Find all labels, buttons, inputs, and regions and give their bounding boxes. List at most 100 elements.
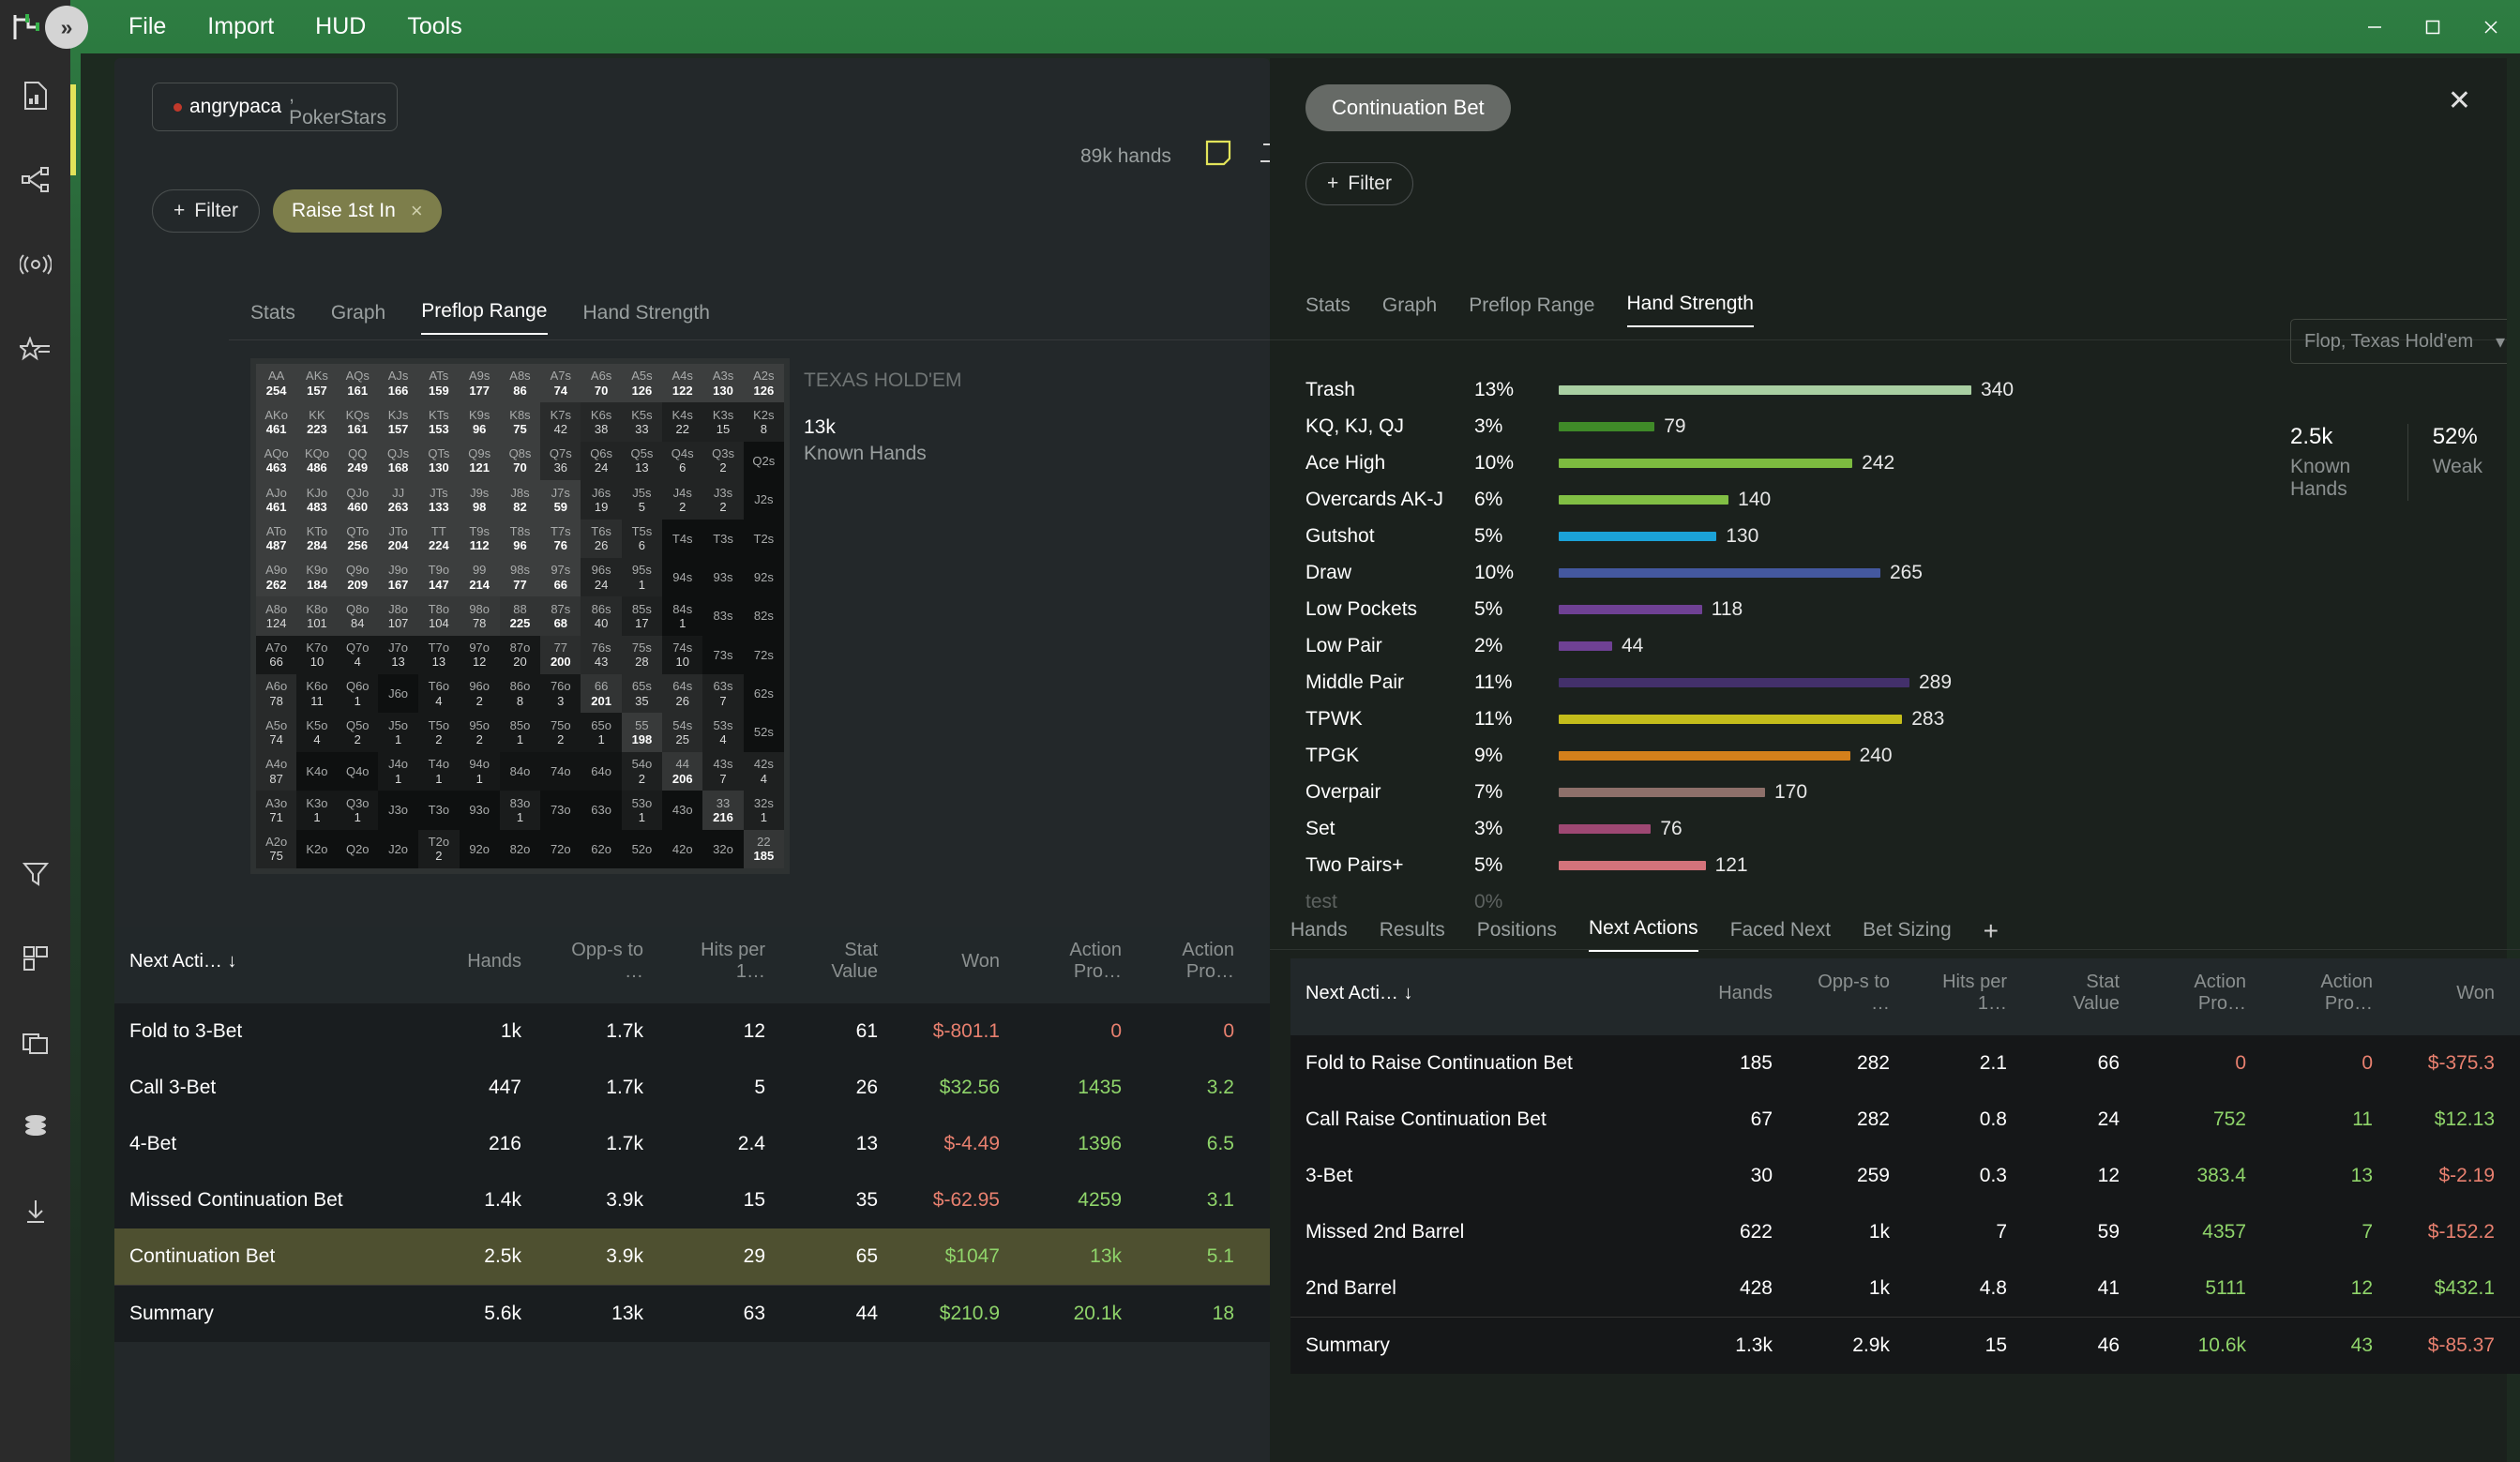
range-cell[interactable]: 55 198	[621, 713, 663, 752]
range-cell[interactable]: JJ 263	[377, 480, 419, 520]
range-cell[interactable]: 74o	[540, 751, 581, 791]
range-cell[interactable]: 96o 2	[459, 674, 500, 714]
hand-strength-row[interactable]: TPWK 11% 283	[1305, 701, 2150, 737]
range-cell[interactable]: 94s	[662, 557, 703, 597]
column-header[interactable]: Stat Value	[780, 927, 893, 1003]
broadcast-icon[interactable]	[0, 222, 70, 307]
range-cell[interactable]: 99 214	[459, 557, 500, 597]
range-cell[interactable]: K8s 75	[499, 402, 541, 442]
range-cell[interactable]: 62s	[743, 674, 784, 714]
range-cell[interactable]: T8o 104	[418, 596, 460, 636]
maximize-icon[interactable]	[2404, 0, 2462, 53]
minimize-icon[interactable]	[2346, 0, 2404, 53]
hand-strength-row[interactable]: Overpair 7% 170	[1305, 774, 2150, 810]
table-row[interactable]: Call Raise Continuation Bet 67 282 0.8 24 752…	[1290, 1092, 2520, 1148]
range-cell[interactable]: K2o	[296, 829, 338, 868]
range-cell[interactable]: AQo 463	[256, 441, 297, 481]
range-cell[interactable]: T9o 147	[418, 557, 460, 597]
range-cell[interactable]: 32s 1	[743, 791, 784, 830]
table-row[interactable]: 3-Bet 30 259 0.3 12 383.4 13 $-2.19 $-4	[1290, 1148, 2520, 1204]
range-cell[interactable]: 92o	[459, 829, 500, 868]
hand-strength-row[interactable]: TPGK 9% 240	[1305, 737, 2150, 774]
range-cell[interactable]: AJs 166	[377, 364, 419, 403]
range-cell[interactable]: 76s 43	[581, 635, 622, 675]
range-cell[interactable]: 65o 1	[581, 713, 622, 752]
range-cell[interactable]: Q2o	[337, 829, 378, 868]
column-header[interactable]: Action Pro…	[1137, 927, 1249, 1003]
range-cell[interactable]: 44 206	[662, 751, 703, 791]
range-cell[interactable]: Q7s 36	[540, 441, 581, 481]
range-cell[interactable]: J7o 13	[377, 635, 419, 675]
hand-strength-row[interactable]: Draw 10% 265	[1305, 554, 2150, 591]
range-cell[interactable]: K9s 96	[459, 402, 500, 442]
range-cell[interactable]: J2o	[377, 829, 419, 868]
range-cell[interactable]: J2s	[743, 480, 784, 520]
download-icon[interactable]	[0, 1169, 70, 1254]
street-select[interactable]: Flop, Texas Hold'em ▾	[2290, 319, 2507, 364]
range-cell[interactable]: T7o 13	[418, 635, 460, 675]
column-header[interactable]: Won	[2388, 958, 2510, 1035]
range-cell[interactable]: T3o	[418, 791, 460, 830]
range-cell[interactable]: T2o 2	[418, 829, 460, 868]
hand-strength-row[interactable]: Low Pockets 5% 118	[1305, 591, 2150, 627]
hand-strength-row[interactable]: Low Pair 2% 44	[1305, 627, 2150, 664]
range-cell[interactable]: KTs 153	[418, 402, 460, 442]
table-row[interactable]: Fold to Raise Continuation Bet 185 282 2.1 6…	[1290, 1035, 2520, 1092]
range-cell[interactable]: T5s 6	[621, 519, 663, 558]
range-cell[interactable]: 65s 35	[621, 674, 663, 714]
share-icon[interactable]	[0, 138, 70, 222]
range-cell[interactable]: QTs 130	[418, 441, 460, 481]
range-cell[interactable]: Q5s 13	[621, 441, 663, 481]
range-cell[interactable]: A6o 78	[256, 674, 297, 714]
column-header[interactable]: Action Pro…	[1015, 927, 1137, 1003]
right-table-tab-positions[interactable]: Positions	[1477, 919, 1557, 952]
column-header[interactable]: Opp-s to …	[536, 927, 658, 1003]
range-cell[interactable]: 42o	[662, 829, 703, 868]
range-cell[interactable]: T7s 76	[540, 519, 581, 558]
column-header[interactable]: Action Pro…	[2261, 958, 2388, 1035]
range-cell[interactable]: KK 223	[296, 402, 338, 442]
range-cell[interactable]: 83o 1	[499, 791, 541, 830]
copy-icon[interactable]	[0, 1001, 70, 1085]
range-cell[interactable]: J6o	[377, 674, 419, 714]
column-header[interactable]: Hands	[1684, 958, 1788, 1035]
database-icon[interactable]	[0, 1085, 70, 1169]
column-header[interactable]: Stat Value	[2022, 958, 2135, 1035]
range-cell[interactable]: KQs 161	[337, 402, 378, 442]
range-cell[interactable]: 72o	[540, 829, 581, 868]
table-row[interactable]: Missed 2nd Barrel 622 1k 7 59 4357 7 $-152.2 $	[1290, 1204, 2520, 1260]
range-cell[interactable]: K2s 8	[743, 402, 784, 442]
right-add-filter-button[interactable]: + Filter	[1305, 162, 1413, 205]
right-tab-hand-strength[interactable]: Hand Strength	[1626, 293, 1754, 327]
range-cell[interactable]: QJo 460	[337, 480, 378, 520]
range-cell[interactable]: A8s 86	[499, 364, 541, 403]
range-cell[interactable]: 77 200	[540, 635, 581, 675]
range-cell[interactable]: J5o 1	[377, 713, 419, 752]
range-cell[interactable]: A9s 177	[459, 364, 500, 403]
range-cell[interactable]: A2o 75	[256, 829, 297, 868]
menu-item-file[interactable]: File	[108, 0, 187, 53]
range-cell[interactable]: 87s 68	[540, 596, 581, 636]
range-cell[interactable]: KQo 486	[296, 441, 338, 481]
range-cell[interactable]: QTo 256	[337, 519, 378, 558]
range-cell[interactable]: J9o 167	[377, 557, 419, 597]
range-cell[interactable]: K3o 1	[296, 791, 338, 830]
column-header[interactable]: Hits per 1…	[1905, 958, 2022, 1035]
right-tab-stats[interactable]: Stats	[1305, 294, 1351, 327]
range-cell[interactable]: KTo 284	[296, 519, 338, 558]
range-cell[interactable]: A5o 74	[256, 713, 297, 752]
range-cell[interactable]: K5s 33	[621, 402, 663, 442]
range-cell[interactable]: T5o 2	[418, 713, 460, 752]
close-icon[interactable]	[2462, 0, 2520, 53]
range-cell[interactable]: 97o 12	[459, 635, 500, 675]
range-cell[interactable]: K6o 11	[296, 674, 338, 714]
menu-item-tools[interactable]: Tools	[386, 0, 482, 53]
range-cell[interactable]: 73s	[702, 635, 744, 675]
tab-graph[interactable]: Graph	[331, 302, 385, 335]
table-row[interactable]: Summary 5.6k 13k 63 44 $210.9 20.1k 18	[114, 1285, 1343, 1342]
range-cell[interactable]: J8o 107	[377, 596, 419, 636]
range-cell[interactable]: 53s 4	[702, 713, 744, 752]
range-cell[interactable]: AKs 157	[296, 364, 338, 403]
table-row[interactable]: 2nd Barrel 428 1k 4.8 41 5111 12 $432.1 $2	[1290, 1260, 2520, 1318]
note-icon[interactable]	[1204, 139, 1234, 169]
